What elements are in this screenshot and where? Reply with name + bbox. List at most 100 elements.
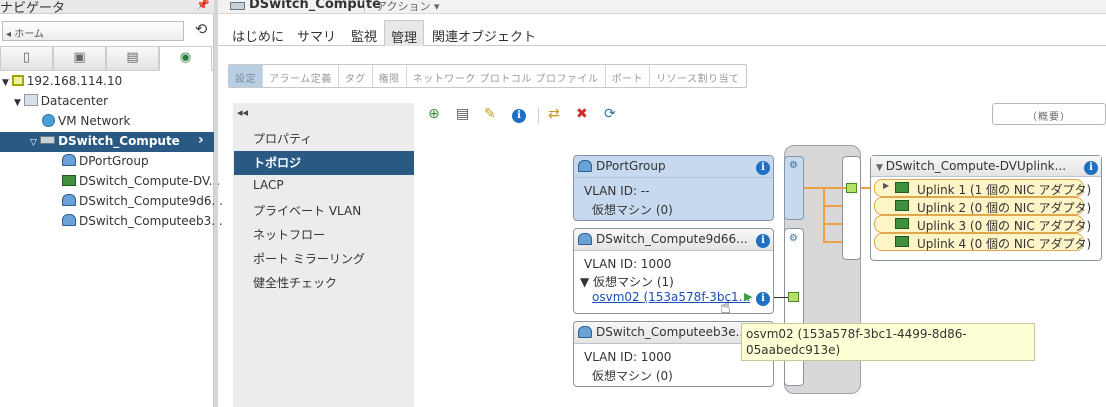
uplink-group-name: DSwitch_Compute-DVUplink...: [885, 159, 1067, 173]
portgroup-header: DSwitch_Compute9d66...: [574, 229, 773, 251]
portgroup-icon: [62, 214, 76, 226]
history-icon[interactable]: ⟲: [191, 20, 211, 40]
chevron-right-icon[interactable]: ›: [198, 132, 204, 148]
tree-label: Datacenter: [40, 94, 109, 108]
uplink-icon: [895, 200, 909, 211]
subtab-alarm-definitions[interactable]: アラーム定義: [263, 65, 339, 87]
migrate-vms-icon[interactable]: ⇄: [548, 106, 560, 122]
uplink-label: Uplink 2 (0 個の NIC アダプタ): [917, 201, 1092, 215]
side-menu-netflow[interactable]: ネットフロー: [253, 226, 325, 243]
info-icon[interactable]: i: [756, 290, 770, 306]
connection-line: [823, 187, 825, 243]
collapse-icon: ▼: [876, 163, 886, 173]
tree-item-host[interactable]: ▼ 192.168.114.10: [2, 74, 122, 88]
info-icon[interactable]: i: [512, 106, 526, 123]
uplink-label: Uplink 4 (0 個の NIC アダプタ): [917, 237, 1092, 251]
side-menu-private-vlan[interactable]: プライベート VLAN: [253, 202, 361, 219]
tree-item-datacenter[interactable]: ▼ Datacenter: [14, 94, 108, 108]
networking-tab-icon[interactable]: ◉: [159, 46, 212, 71]
tree-label: DSwitch_Compute9d6...: [79, 194, 223, 208]
uplink-icon: [895, 218, 909, 229]
info-icon[interactable]: i: [756, 232, 770, 248]
expand-icon: ▶: [883, 181, 890, 190]
pin-icon[interactable]: 📌: [196, 0, 210, 11]
uplink-3[interactable]: Uplink 3 (0 個の NIC アダプタ): [874, 215, 1091, 233]
summary-dropdown[interactable]: （概要）: [992, 103, 1106, 125]
subtab-network-protocol-profiles[interactable]: ネットワーク プロトコル プロファイル: [407, 65, 606, 87]
actions-menu[interactable]: アクション ▾: [376, 0, 439, 14]
hosts-clusters-tab-icon[interactable]: ▯: [0, 46, 53, 71]
portgroup-name: DPortGroup: [596, 159, 666, 173]
info-icon[interactable]: i: [756, 159, 770, 175]
side-menu-topology[interactable]: トポロジ: [253, 154, 301, 171]
refresh-topology-icon[interactable]: ⟳: [604, 106, 616, 122]
back-home-button[interactable]: ◂ ホーム: [2, 21, 184, 41]
tree-item-vm-network[interactable]: VM Network: [42, 114, 130, 128]
collapse-menu-icon[interactable]: ◂◂: [237, 106, 248, 119]
vlan-id: VLAN ID: --: [584, 184, 650, 198]
hand-cursor-icon: ☝: [720, 297, 731, 318]
port-icon: ⚙: [789, 233, 798, 244]
subtab-settings[interactable]: 設定: [229, 65, 263, 87]
uplink-label: Uplink 1 (1 個の NIC アダプタ): [917, 183, 1092, 197]
tree-item-uplink-group[interactable]: DSwitch_Compute-DV...: [62, 174, 220, 188]
tree-label: DSwitch_Computeeb3...: [79, 214, 223, 228]
portgroup-name: DSwitch_Compute9d66...: [596, 232, 748, 246]
vm-connection-line: [774, 297, 788, 298]
panel-splitter[interactable]: [214, 0, 218, 407]
uplink-port-block: [842, 156, 861, 260]
object-title: DSwitch_Compute: [249, 0, 381, 12]
tab-summary[interactable]: サマリ: [291, 20, 342, 46]
portgroup-icon: [578, 233, 592, 247]
portgroup-port-2: [784, 228, 804, 386]
remove-icon[interactable]: ✖: [576, 106, 588, 122]
tree-label: DSwitch_Compute: [58, 134, 180, 148]
subtab-ports[interactable]: ポート: [606, 65, 651, 87]
vms-templates-tab-icon[interactable]: ▣: [53, 46, 106, 71]
expand-icon: ▼: [14, 98, 24, 108]
tree-label: DPortGroup: [79, 154, 149, 168]
portgroup-icon: [62, 194, 76, 206]
vm-count: 仮想マシン (0): [592, 369, 673, 383]
tab-getting-started[interactable]: はじめに: [226, 20, 290, 46]
expand-icon: ▼: [2, 78, 12, 88]
tab-related-objects[interactable]: 関連オブジェクト: [426, 20, 542, 46]
edit-settings-icon[interactable]: ✎: [484, 106, 496, 122]
side-menu-health-check[interactable]: 健全性チェック: [253, 274, 337, 291]
tree-item-dportgroup[interactable]: DPortGroup: [62, 154, 149, 168]
manage-portgroups-icon[interactable]: ▤: [456, 106, 469, 122]
tree-label: VM Network: [58, 114, 131, 128]
tab-manage[interactable]: 管理: [384, 20, 425, 46]
tree-item-portgroup-eb3[interactable]: DSwitch_Computeeb3...: [62, 214, 223, 228]
add-hosts-icon[interactable]: ⊕: [428, 106, 440, 122]
power-on-icon: ▶: [744, 290, 753, 303]
host-icon: [11, 75, 24, 86]
side-menu-port-mirroring[interactable]: ポート ミラーリング: [253, 250, 365, 267]
uplink-label: Uplink 3 (0 個の NIC アダプタ): [917, 219, 1092, 233]
tab-monitor[interactable]: 監視: [345, 20, 383, 46]
connection-line: [823, 241, 842, 243]
side-menu-lacp[interactable]: LACP: [253, 178, 284, 192]
uplink-4[interactable]: Uplink 4 (0 個の NIC アダプタ): [874, 233, 1091, 251]
subtab-resource-allocation[interactable]: リソース割り当て: [650, 65, 746, 87]
info-icon[interactable]: i: [1084, 159, 1098, 175]
subtab-permissions[interactable]: 権限: [373, 65, 407, 87]
tree-item-dswitch-compute[interactable]: ▽ DSwitch_Compute: [30, 134, 180, 148]
storage-tab-icon[interactable]: ▤: [106, 46, 159, 71]
network-icon: [42, 114, 55, 127]
portgroup-card-dportgroup[interactable]: DPortGroup i VLAN ID: -- 仮想マシン (0): [573, 155, 774, 221]
uplink-group-title[interactable]: ▼ DSwitch_Compute-DVUplink...: [876, 159, 1066, 173]
tree-label: 192.168.114.10: [26, 74, 123, 88]
side-menu-properties[interactable]: プロパティ: [253, 130, 312, 147]
uplink-2[interactable]: Uplink 2 (0 個の NIC アダプタ): [874, 197, 1091, 215]
portgroup-icon: [578, 160, 592, 174]
uplink-1[interactable]: ▶ Uplink 1 (1 個の NIC アダプタ): [874, 179, 1091, 197]
tree-item-portgroup-9d6[interactable]: DSwitch_Compute9d6...: [62, 194, 223, 208]
vm-list-toggle[interactable]: ▼ 仮想マシン (1): [580, 273, 674, 290]
portgroup-name: DSwitch_Computeeb3e...: [596, 325, 748, 339]
divider: [364, 0, 365, 13]
datacenter-icon: [23, 94, 38, 106]
subtab-tags[interactable]: タグ: [339, 65, 373, 87]
portgroup-card-9d66[interactable]: DSwitch_Compute9d66... i VLAN ID: 1000 ▼…: [573, 228, 774, 314]
uplink-icon: [895, 236, 909, 247]
